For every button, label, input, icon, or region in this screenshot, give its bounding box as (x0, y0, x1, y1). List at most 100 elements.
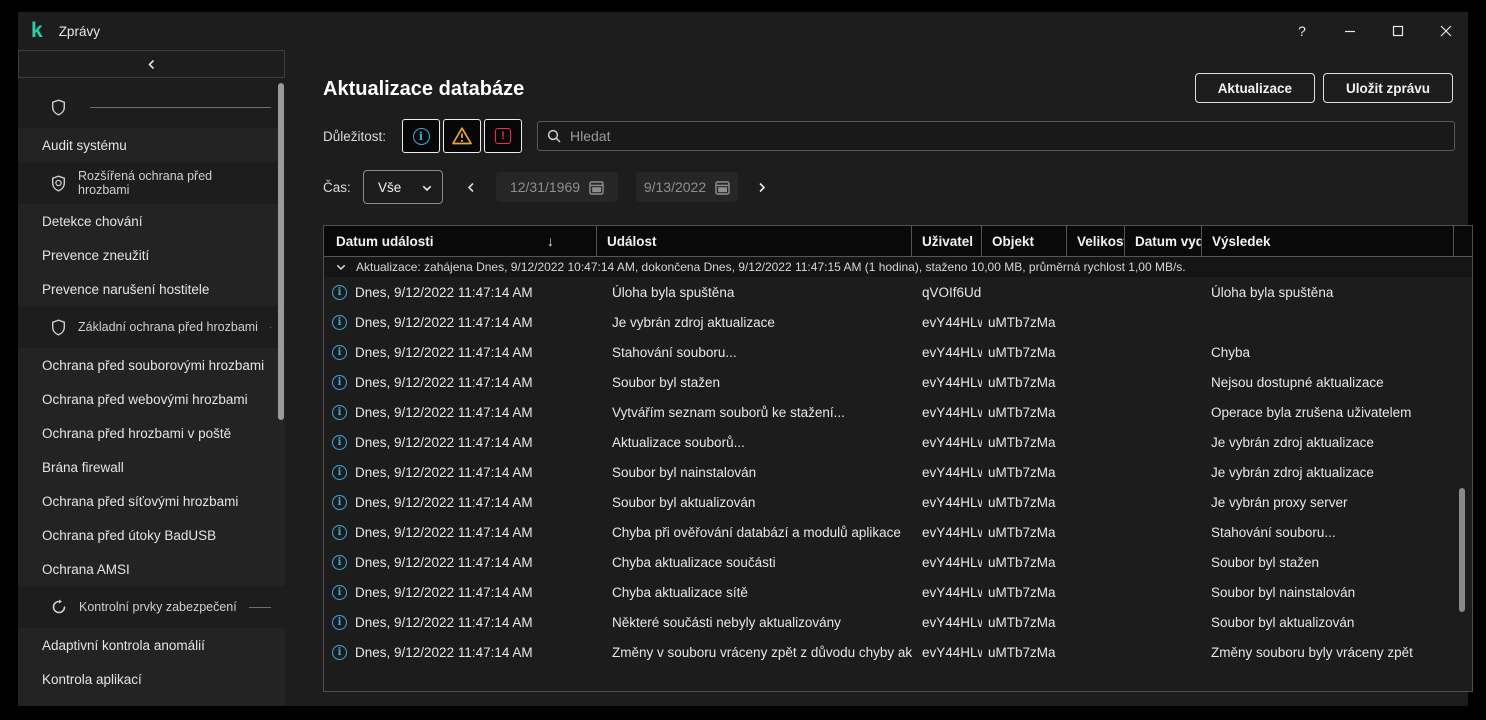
cell-user: evY44HLw (912, 345, 982, 360)
cell-date: iDnes, 9/12/2022 11:47:14 AM (324, 375, 597, 390)
sidebar-item-label: Audit systému (42, 138, 127, 153)
table-row[interactable]: iDnes, 9/12/2022 11:47:14 AMJe vybrán zd… (324, 307, 1472, 337)
sidebar-item-label: Kontrola zařízení (42, 706, 144, 707)
table-row[interactable]: iDnes, 9/12/2022 11:47:14 AMChyba aktual… (324, 547, 1472, 577)
column-header-label: Událost (607, 234, 657, 249)
table-row[interactable]: i Dnes, 9/12/2022 11:47:14 AM Změny v soub… (324, 637, 1472, 667)
sidebar-item-label: Ochrana před hrozbami v poště (42, 426, 231, 441)
chevron-down-icon (336, 264, 346, 271)
section-divider-line (270, 327, 271, 328)
column-header-label: Datum události (336, 234, 434, 249)
column-header[interactable]: Událost (597, 226, 912, 256)
sidebar-item-label: Adaptivní kontrola anomálií (42, 638, 205, 653)
sidebar-item[interactable]: Ochrana před hrozbami v poště (18, 416, 285, 450)
table-row[interactable]: iDnes, 9/12/2022 11:47:14 AMSoubor byl a… (324, 487, 1472, 517)
column-header[interactable]: Uživatel (912, 226, 982, 256)
cell-result: Operace byla zrušena uživatelem (1202, 405, 1454, 420)
sidebar-item[interactable]: Brána firewall (18, 450, 285, 484)
info-icon: i (332, 645, 347, 660)
cell-date: iDnes, 9/12/2022 11:47:14 AM (324, 435, 597, 450)
table-row[interactable]: iDnes, 9/12/2022 11:47:14 AMSoubor byl n… (324, 457, 1472, 487)
cell-event: Změny v souboru vráceny zpět z důvodu ch… (597, 645, 912, 660)
group-row-summary: Aktualizace: zahájena Dnes, 9/12/2022 10… (356, 260, 1186, 274)
cell-event: Stahování souboru... (597, 345, 912, 360)
table-row[interactable]: iDnes, 9/12/2022 11:47:14 AMAktualizace … (324, 427, 1472, 457)
cell-result: Je vybrán proxy server (1202, 495, 1454, 510)
table-row[interactable]: iDnes, 9/12/2022 11:47:14 AMChyba aktual… (324, 577, 1472, 607)
cell-date-text: Dnes, 9/12/2022 11:47:14 AM (355, 645, 533, 660)
update-button[interactable]: Aktualizace (1195, 73, 1315, 103)
close-button[interactable] (1430, 16, 1462, 46)
info-icon: i (332, 495, 347, 510)
cell-date: iDnes, 9/12/2022 11:47:14 AM (324, 495, 597, 510)
window-controls: ? (1270, 16, 1462, 46)
warning-filter-button[interactable] (443, 119, 481, 153)
cell-object: uMTb7zMa (982, 435, 1067, 450)
sidebar-scrollbar[interactable] (278, 83, 284, 420)
info-icon: i (332, 435, 347, 450)
table-row[interactable]: iDnes, 9/12/2022 11:47:14 AMStahování so… (324, 337, 1472, 367)
column-header[interactable]: Výsledek (1202, 226, 1454, 256)
sidebar-item[interactable]: Adaptivní kontrola anomálií (18, 628, 285, 662)
date-next-button[interactable] (748, 182, 776, 193)
cell-object: uMTb7zMa (982, 465, 1067, 480)
titlebar: k Zprávy ? (18, 12, 1468, 50)
sidebar-item[interactable]: Prevence narušení hostitele (18, 272, 285, 306)
date-prev-button[interactable] (457, 182, 485, 193)
column-header-label: Objekt (992, 234, 1034, 249)
info-icon: i (332, 465, 347, 480)
sidebar-item[interactable]: Audit systému (18, 128, 285, 162)
cell-object: uMTb7zMa (982, 375, 1067, 390)
date-from-field[interactable]: 12/31/1969 (496, 172, 618, 202)
cell-event: Chyba aktualizace součásti (597, 555, 912, 570)
column-header-label: Výsledek (1212, 234, 1271, 249)
table-row[interactable]: iDnes, 9/12/2022 11:47:14 AMSoubor byl s… (324, 367, 1472, 397)
save-report-button[interactable]: Uložit zprávu (1323, 73, 1453, 103)
column-header[interactable]: Objekt (982, 226, 1067, 256)
date-from-value: 12/31/1969 (510, 179, 580, 195)
sidebar-item[interactable]: Prevence zneužití (18, 238, 285, 272)
cell-date: iDnes, 9/12/2022 11:47:14 AM (324, 615, 597, 630)
cell-date: iDnes, 9/12/2022 11:47:14 AM (324, 405, 597, 420)
main-panel: Aktualizace databáze Aktualizace Uložit … (305, 50, 1468, 706)
sidebar-item[interactable]: Ochrana AMSI (18, 552, 285, 586)
cell-user: evY44HLw (912, 525, 982, 540)
column-header-label: Velikost (1077, 234, 1125, 249)
help-button[interactable]: ? (1286, 16, 1318, 46)
column-header[interactable]: Datum události↓ (324, 226, 597, 256)
cell-date-text: Dnes, 9/12/2022 11:47:14 AM (355, 405, 533, 420)
maximize-button[interactable] (1382, 16, 1414, 46)
sidebar-item[interactable]: Ochrana před webovými hrozbami (18, 382, 285, 416)
table-row[interactable]: iDnes, 9/12/2022 11:47:14 AMVytvářím sez… (324, 397, 1472, 427)
info-icon: i (332, 375, 347, 390)
sidebar-item[interactable]: Ochrana před souborovými hrozbami (18, 348, 285, 382)
sidebar-item[interactable]: Kontrola aplikací (18, 662, 285, 696)
table-group-row[interactable]: Aktualizace: zahájena Dnes, 9/12/2022 10… (324, 257, 1472, 277)
sidebar-collapse-button[interactable] (18, 50, 285, 78)
table-row[interactable]: iDnes, 9/12/2022 11:47:14 AMChyba při ov… (324, 517, 1472, 547)
column-header[interactable]: Datum vydání (1125, 226, 1202, 256)
cell-date-text: Dnes, 9/12/2022 11:47:14 AM (355, 285, 533, 300)
cell-object: uMTb7zMa (982, 525, 1067, 540)
kaspersky-logo-icon: k (31, 20, 43, 41)
search-input[interactable] (568, 127, 1384, 145)
critical-icon: ! (495, 128, 511, 144)
column-header[interactable]: Velikost (1067, 226, 1125, 256)
info-filter-button[interactable]: i (402, 119, 440, 153)
cell-object: uMTb7zMa (982, 345, 1067, 360)
cell-object: uMTb7zMa (982, 405, 1067, 420)
table-row[interactable]: iDnes, 9/12/2022 11:47:14 AMÚloha byla s… (324, 277, 1472, 307)
time-range-dropdown[interactable]: Vše (363, 170, 443, 204)
cell-user: evY44HLw (912, 465, 982, 480)
sidebar-item[interactable]: Detekce chování (18, 204, 285, 238)
main-scrollbar[interactable] (1459, 488, 1465, 612)
cell-event: Úloha byla spuštěna (597, 285, 912, 300)
sidebar-item[interactable]: Ochrana před síťovými hrozbami (18, 484, 285, 518)
critical-filter-button[interactable]: ! (484, 119, 522, 153)
table-row[interactable]: iDnes, 9/12/2022 11:47:14 AMNěkteré souč… (324, 607, 1472, 637)
minimize-button[interactable] (1334, 16, 1366, 46)
cell-result: Stahování souboru... (1202, 525, 1454, 540)
sidebar-item[interactable]: Kontrola zařízení (18, 696, 285, 706)
date-to-field[interactable]: 9/13/2022 (636, 172, 738, 202)
sidebar-item[interactable]: Ochrana před útoky BadUSB (18, 518, 285, 552)
